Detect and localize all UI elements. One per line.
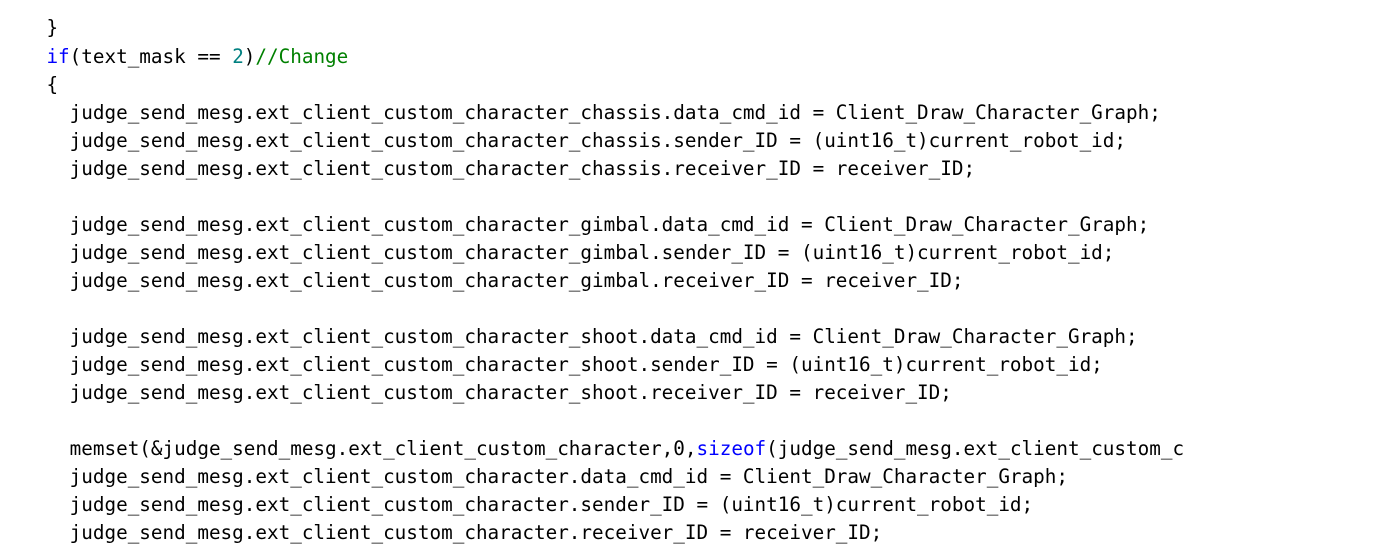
code-text: judge_send_mesg.ext_client_custom_charac… bbox=[46, 269, 964, 292]
code-line: judge_send_mesg.ext_client_custom_charac… bbox=[0, 351, 952, 404]
code-line: judge_send_mesg.ext_client_custom_charac… bbox=[0, 295, 1138, 348]
code-text: judge_send_mesg.ext_client_custom_charac… bbox=[46, 157, 976, 180]
code-line: judge_send_mesg.ext_client_custom_charac… bbox=[0, 323, 1103, 376]
code-editor[interactable]: } if(text_mask == 2)//Change { judge_sen… bbox=[0, 0, 1385, 555]
code-text: (text_mask == bbox=[69, 45, 233, 68]
code-text: judge_send_mesg.ext_client_custom_charac… bbox=[46, 521, 883, 544]
code-line: judge_send_mesg.ext_client_custom_charac… bbox=[0, 127, 975, 180]
code-line: } bbox=[0, 0, 58, 39]
comment: //Change bbox=[255, 45, 349, 68]
code-line: judge_send_mesg.ext_client_custom_charac… bbox=[0, 435, 1068, 488]
code-line: memset(&judge_send_mesg.ext_client_custo… bbox=[0, 407, 1184, 460]
code-line: judge_send_mesg.ext_client_custom_charac… bbox=[0, 183, 1150, 236]
code-line: judge_send_mesg.ext_client_custom_charac… bbox=[0, 463, 1034, 516]
code-text: judge_send_mesg.ext_client_custom_charac… bbox=[46, 381, 952, 404]
code-line: { bbox=[0, 43, 58, 96]
code-line: if(text_mask == 2)//Change bbox=[0, 15, 348, 68]
code-line: judge_send_mesg.ext_client_custom_charac… bbox=[0, 99, 1126, 152]
code-line: judge_send_mesg.ext_client_custom_charac… bbox=[0, 491, 883, 544]
code-text: ) bbox=[243, 45, 256, 68]
code-line: judge_send_mesg.ext_client_custom_charac… bbox=[0, 239, 964, 292]
number-literal: 2 bbox=[232, 45, 244, 68]
code-line: judge_send_mesg.ext_client_custom_charac… bbox=[0, 71, 1161, 124]
code-line: judge_send_mesg.ext_client_custom_charac… bbox=[0, 211, 1115, 264]
